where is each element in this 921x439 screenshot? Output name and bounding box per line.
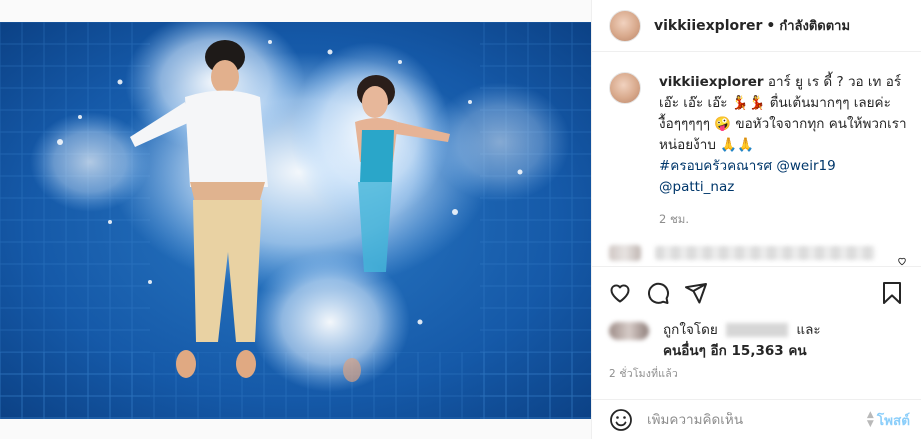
paper-plane-icon <box>685 283 707 304</box>
save-button[interactable] <box>878 279 906 307</box>
caption-body: vikkiiexplorer อาร์ ยู เร ดี้ ? วอ เท อร… <box>659 72 909 230</box>
blurred-comment-avatar <box>609 245 641 261</box>
comment-button[interactable] <box>644 279 672 307</box>
post-photo[interactable] <box>0 22 591 419</box>
likes-prefix: ถูกใจโดย <box>663 322 718 338</box>
like-button[interactable] <box>606 279 634 307</box>
likes-count-link[interactable]: คนอื่นๆ อีก 15,363 คน <box>663 343 807 359</box>
caption-username[interactable]: vikkiiexplorer <box>659 74 764 90</box>
caption-avatar[interactable] <box>609 72 641 104</box>
caption-mention-patti[interactable]: @patti_naz <box>659 179 734 195</box>
blurred-comment <box>609 244 909 262</box>
author-username[interactable]: vikkiiexplorer <box>654 18 762 34</box>
heart-icon <box>610 284 630 303</box>
author-avatar[interactable] <box>609 9 641 42</box>
post-header: vikkiiexplorer • กำลังติดตาม <box>592 0 921 52</box>
separator-dot: • <box>766 17 776 34</box>
likes-text: ถูกใจโดย และ คนอื่นๆ อีก 15,363 คน <box>663 320 821 362</box>
add-comment-bar: ▲▼ โพสต์ <box>592 399 921 439</box>
action-bar <box>606 279 916 307</box>
likes-summary: ถูกใจโดย และ คนอื่นๆ อีก 15,363 คน <box>609 320 909 362</box>
comment-bubble-icon <box>648 282 669 304</box>
actions-divider <box>592 266 921 267</box>
blurred-liker-name[interactable] <box>726 323 789 337</box>
post-comment-button[interactable]: ▲ ▼ โพสต์ <box>867 409 910 431</box>
resize-arrows-icon: ▲ ▼ <box>866 409 874 429</box>
comment-input[interactable] <box>647 411 837 428</box>
caption: vikkiiexplorer อาร์ ยู เร ดี้ ? วอ เท อร… <box>609 72 909 230</box>
comment-like-icon[interactable] <box>897 256 907 266</box>
smiley-icon[interactable] <box>609 408 633 432</box>
post-media <box>0 0 595 439</box>
post-comment-label: โพสต์ <box>876 412 910 429</box>
post-timestamp[interactable]: 2 ชั่วโมงที่แล้ว <box>609 365 678 382</box>
post-side-panel: vikkiiexplorer • กำลังติดตาม vikkiiexplo… <box>591 0 921 439</box>
blurred-comment-text <box>655 246 875 260</box>
pool-photo-illustration <box>0 22 591 419</box>
likes-and: และ <box>796 322 821 338</box>
caption-hashtag[interactable]: #ครอบครัวคณารศ <box>659 158 772 174</box>
bookmark-icon <box>883 282 901 304</box>
share-button[interactable] <box>682 279 710 307</box>
caption-timestamp: 2 ชม. <box>659 212 690 226</box>
caption-mention-weir19[interactable]: @weir19 <box>776 158 835 174</box>
likers-avatars[interactable] <box>609 322 649 340</box>
following-button[interactable]: กำลังติดตาม <box>779 15 850 36</box>
